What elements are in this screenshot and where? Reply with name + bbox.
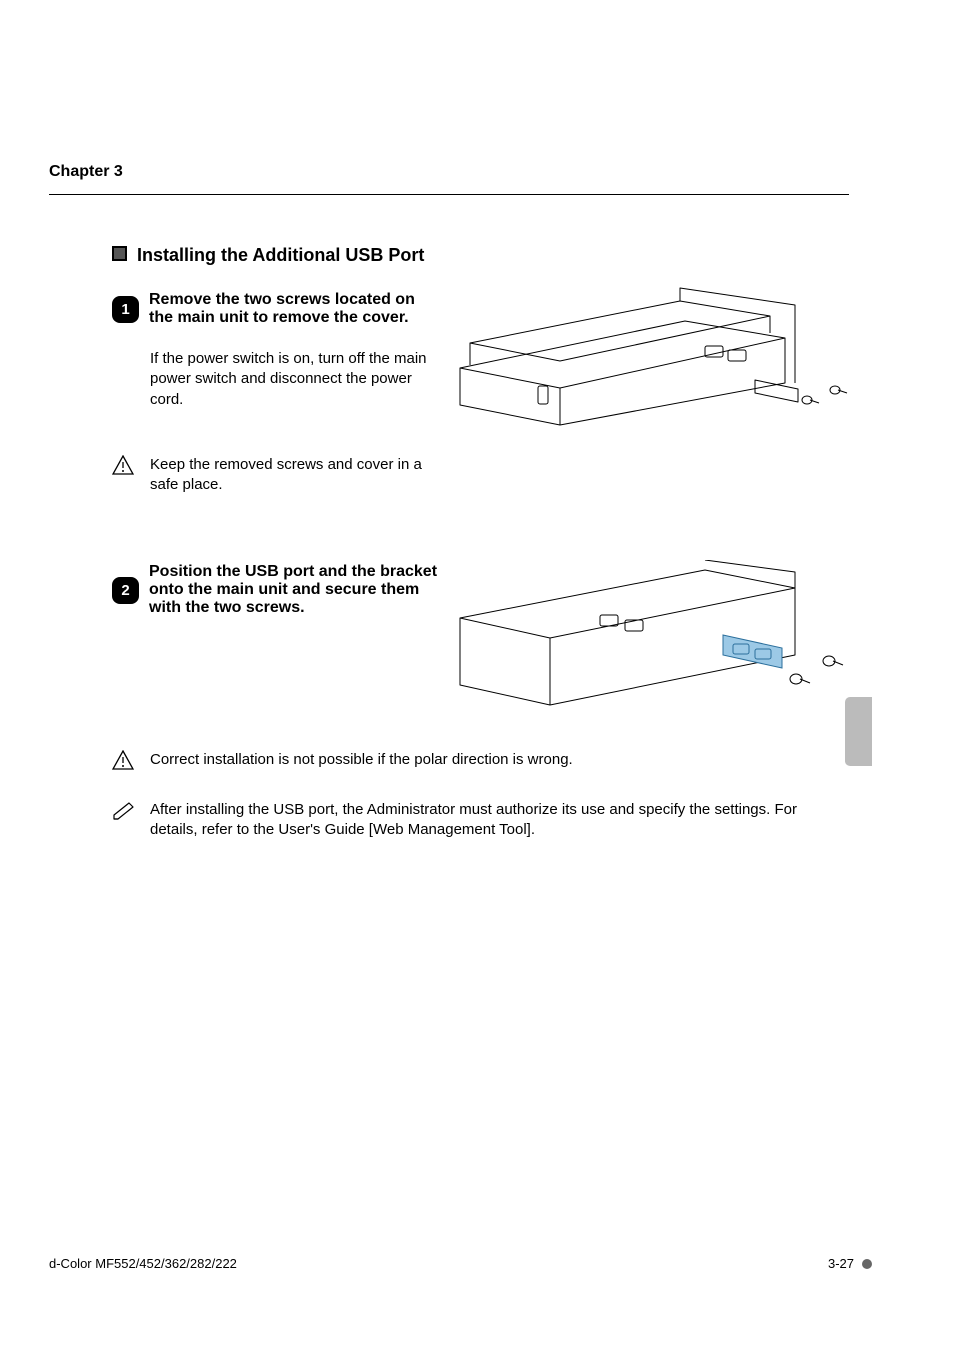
step2-title: Position the USB port and the bracket on…	[149, 563, 439, 617]
square-bullet-icon	[112, 246, 127, 261]
figure-remove-cover	[455, 283, 855, 443]
figure-install-usb	[455, 560, 855, 720]
page-dot-icon	[862, 1259, 872, 1269]
chapter-label: Chapter 3	[49, 163, 123, 181]
step-number-1: 1	[112, 296, 139, 323]
step1-warning: Keep the removed screws and cover in a s…	[150, 455, 432, 496]
side-tab	[845, 697, 872, 766]
header-rule	[49, 194, 849, 195]
step1-body: If the power switch is on, turn off the …	[150, 349, 430, 410]
footer-page: 3-27	[828, 1256, 854, 1271]
step1-title: Remove the two screws located on the mai…	[149, 291, 439, 327]
step2-warning: Correct installation is not possible if …	[150, 750, 812, 770]
section-title: Installing the Additional USB Port	[137, 245, 424, 266]
footer-page-wrap: 3-27	[828, 1256, 872, 1271]
footer-product: d-Color MF552/452/362/282/222	[49, 1256, 237, 1271]
step2-note: After installing the USB port, the Admin…	[150, 800, 822, 841]
step-number-2: 2	[112, 577, 139, 604]
